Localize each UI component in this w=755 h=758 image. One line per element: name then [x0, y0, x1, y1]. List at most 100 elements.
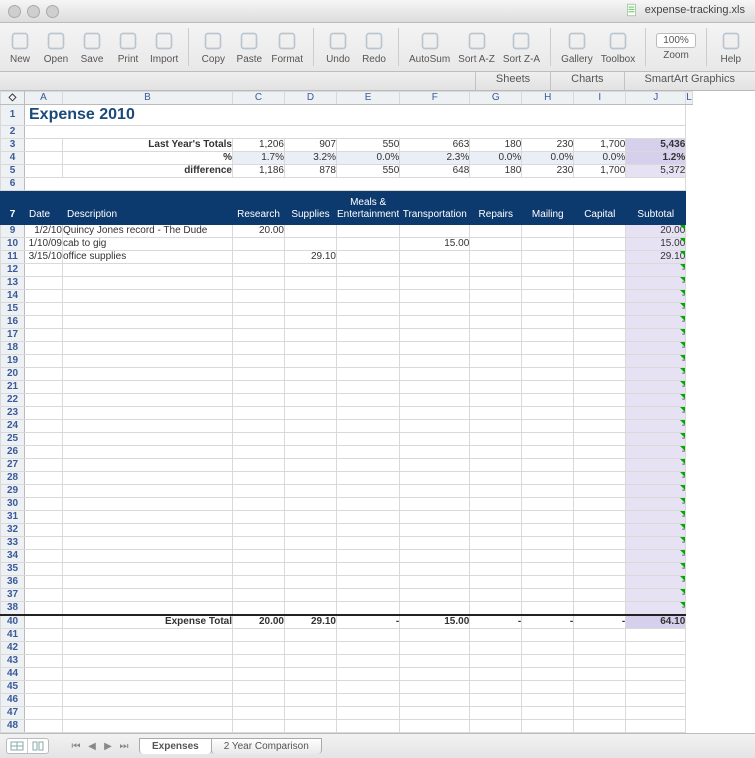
amount-cell[interactable] — [285, 329, 337, 342]
amount-cell[interactable] — [285, 537, 337, 550]
amount-cell[interactable] — [233, 498, 285, 511]
amount-cell[interactable] — [522, 446, 574, 459]
date-cell[interactable] — [25, 485, 63, 498]
column-total-cell[interactable]: 29.10 — [285, 615, 337, 629]
empty-cell[interactable] — [233, 668, 285, 681]
amount-cell[interactable] — [574, 485, 626, 498]
empty-cell[interactable] — [25, 694, 63, 707]
row-header-13[interactable]: 13 — [1, 277, 25, 290]
row-header-20[interactable]: 20 — [1, 368, 25, 381]
amount-cell[interactable] — [522, 238, 574, 251]
subtotal-cell[interactable]: - — [626, 355, 686, 368]
value-cell[interactable]: 550 — [337, 139, 400, 152]
grand-total-cell[interactable]: 64.10 — [626, 615, 686, 629]
value-cell[interactable]: 230 — [522, 139, 574, 152]
amount-cell[interactable] — [470, 355, 522, 368]
amount-cell[interactable] — [233, 589, 285, 602]
row-header-25[interactable]: 25 — [1, 433, 25, 446]
empty-cell[interactable] — [522, 694, 574, 707]
amount-cell[interactable] — [233, 277, 285, 290]
amount-cell[interactable] — [285, 407, 337, 420]
amount-cell[interactable] — [470, 342, 522, 355]
row-header-44[interactable]: 44 — [1, 668, 25, 681]
amount-cell[interactable] — [522, 563, 574, 576]
amount-cell[interactable] — [400, 563, 470, 576]
amount-cell[interactable] — [233, 537, 285, 550]
subtotal-cell[interactable]: - — [626, 472, 686, 485]
amount-cell[interactable] — [522, 485, 574, 498]
amount-cell[interactable] — [400, 420, 470, 433]
description-cell[interactable] — [63, 459, 233, 472]
date-cell[interactable] — [25, 277, 63, 290]
empty-cell[interactable] — [400, 629, 470, 642]
empty-cell[interactable] — [25, 629, 63, 642]
row-header-35[interactable]: 35 — [1, 563, 25, 576]
empty-cell[interactable] — [63, 655, 233, 668]
empty-cell[interactable] — [337, 655, 400, 668]
date-cell[interactable] — [25, 433, 63, 446]
subtotal-cell[interactable]: - — [626, 368, 686, 381]
description-cell[interactable] — [63, 316, 233, 329]
toolbar-copy-button[interactable]: Copy — [195, 30, 231, 65]
toolbar-redo-button[interactable]: Redo — [356, 30, 392, 65]
column-total-cell[interactable]: - — [574, 615, 626, 629]
empty-cell[interactable] — [574, 655, 626, 668]
subtotal-cell[interactable]: - — [626, 342, 686, 355]
amount-cell[interactable] — [574, 602, 626, 616]
subtotal-cell[interactable]: - — [626, 589, 686, 602]
toolbar-help-button[interactable]: Help — [713, 30, 749, 65]
empty-cell[interactable] — [522, 681, 574, 694]
amount-cell[interactable] — [522, 511, 574, 524]
row-header-30[interactable]: 30 — [1, 498, 25, 511]
empty-cell[interactable] — [337, 707, 400, 720]
subtotal-cell[interactable]: - — [626, 407, 686, 420]
subtotal-cell[interactable]: - — [626, 485, 686, 498]
amount-cell[interactable] — [337, 472, 400, 485]
empty-cell[interactable] — [63, 720, 233, 733]
value-cell[interactable]: 1,700 — [574, 139, 626, 152]
amount-cell[interactable] — [470, 485, 522, 498]
row-header-42[interactable]: 42 — [1, 642, 25, 655]
date-cell[interactable] — [25, 602, 63, 616]
amount-cell[interactable] — [574, 368, 626, 381]
amount-cell[interactable] — [574, 563, 626, 576]
empty-cell[interactable] — [574, 668, 626, 681]
amount-cell[interactable] — [233, 329, 285, 342]
empty-cell[interactable] — [522, 642, 574, 655]
description-cell[interactable] — [63, 264, 233, 277]
amount-cell[interactable] — [522, 407, 574, 420]
subtotal-cell[interactable]: - — [626, 563, 686, 576]
empty-cell[interactable] — [233, 681, 285, 694]
amount-cell[interactable] — [470, 381, 522, 394]
amount-cell[interactable] — [574, 394, 626, 407]
amount-cell[interactable] — [285, 394, 337, 407]
amount-cell[interactable] — [285, 459, 337, 472]
row-header-4[interactable]: 4 — [1, 152, 25, 165]
amount-cell[interactable] — [400, 498, 470, 511]
amount-cell[interactable] — [522, 576, 574, 589]
amount-cell[interactable] — [337, 498, 400, 511]
row-header-2[interactable]: 2 — [1, 126, 25, 139]
amount-cell[interactable] — [574, 381, 626, 394]
empty-cell[interactable] — [574, 720, 626, 733]
description-cell[interactable] — [63, 485, 233, 498]
amount-cell[interactable] — [337, 355, 400, 368]
amount-cell[interactable] — [233, 433, 285, 446]
empty-cell[interactable] — [233, 629, 285, 642]
empty-cell[interactable] — [626, 642, 686, 655]
amount-cell[interactable] — [233, 576, 285, 589]
description-cell[interactable] — [63, 329, 233, 342]
amount-cell[interactable] — [337, 251, 400, 264]
empty-cell[interactable] — [25, 668, 63, 681]
row-header-16[interactable]: 16 — [1, 316, 25, 329]
amount-cell[interactable] — [470, 472, 522, 485]
amount-cell[interactable] — [400, 329, 470, 342]
amount-cell[interactable] — [285, 316, 337, 329]
amount-cell[interactable] — [470, 602, 522, 616]
amount-cell[interactable] — [522, 589, 574, 602]
amount-cell[interactable] — [337, 550, 400, 563]
value-cell[interactable]: 230 — [522, 165, 574, 178]
amount-cell[interactable] — [337, 329, 400, 342]
spreadsheet-area[interactable]: ◇ABCDEFGHIJL1Expense 201023Last Year's T… — [0, 91, 755, 735]
amount-cell[interactable] — [400, 511, 470, 524]
